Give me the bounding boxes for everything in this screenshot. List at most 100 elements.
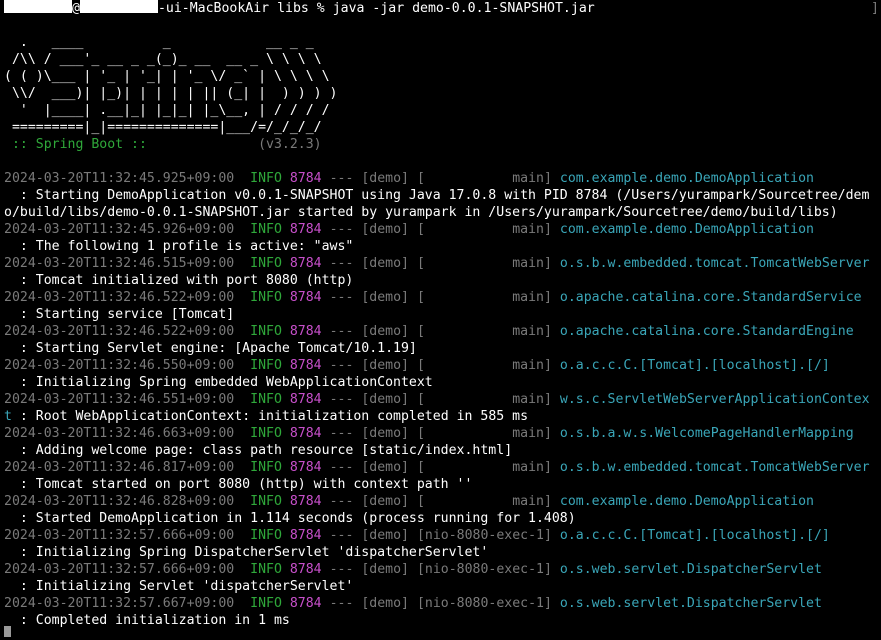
spring-boot-version-line: :: Spring Boot :: (v3.2.3) bbox=[4, 136, 881, 153]
log-level: INFO bbox=[250, 256, 282, 271]
log-logger: o.s.b.w.embedded.tomcat.TomcatWebServer bbox=[559, 256, 870, 271]
log-message: : Initializing Servlet 'dispatcherServle… bbox=[4, 579, 354, 594]
log-timestamp: 2024-03-20T11:32:46.551+09:00 bbox=[4, 392, 235, 407]
log-thread: [nio-8080-exec-1] bbox=[416, 596, 552, 611]
log-thread: [ main] bbox=[416, 171, 552, 186]
log-level: INFO bbox=[250, 358, 282, 373]
log-app-name: [demo] bbox=[361, 358, 409, 373]
log-entry-header: 2024-03-20T11:32:46.817+09:00 INFO 8784 … bbox=[4, 459, 881, 476]
log-thread: [nio-8080-exec-1] bbox=[416, 562, 552, 577]
log-message-line: : Started DemoApplication in 1.114 secon… bbox=[4, 510, 881, 527]
log-level: INFO bbox=[250, 392, 282, 407]
log-logger: o.a.c.c.C.[Tomcat].[localhost].[/] bbox=[559, 528, 830, 543]
prompt-at: @ bbox=[72, 1, 80, 16]
log-thread: [ main] bbox=[416, 392, 552, 407]
log-app-name: [demo] bbox=[361, 460, 409, 475]
log-message-line: : The following 1 profile is active: "aw… bbox=[4, 238, 881, 255]
log-app-name: [demo] bbox=[361, 596, 409, 611]
log-message: : Initializing Spring embedded WebApplic… bbox=[4, 375, 433, 390]
log-logger: o.apache.catalina.core.StandardService bbox=[559, 290, 862, 305]
log-separator: --- bbox=[329, 358, 354, 373]
banner-line: ( ( )\___ | '_ | '_| | '_ \/ _` | \ \ \ … bbox=[4, 69, 330, 84]
log-level: INFO bbox=[250, 596, 282, 611]
redacted-hostname bbox=[79, 0, 158, 13]
log-logger: com.example.demo.DemoApplication bbox=[559, 222, 814, 237]
log-logger: o.s.b.w.embedded.tomcat.TomcatWebServer bbox=[559, 460, 870, 475]
log-separator: --- bbox=[329, 426, 354, 441]
log-timestamp: 2024-03-20T11:32:46.550+09:00 bbox=[4, 358, 235, 373]
log-thread: [ main] bbox=[416, 324, 552, 339]
log-logger: o.s.web.servlet.DispatcherServlet bbox=[559, 562, 822, 577]
log-output: 2024-03-20T11:32:45.925+09:00 INFO 8784 … bbox=[4, 170, 881, 629]
prompt-command: java -jar demo-0.0.1-SNAPSHOT.jar bbox=[332, 1, 595, 16]
log-message: : Tomcat started on port 8080 (http) wit… bbox=[4, 477, 473, 492]
log-pid: 8784 bbox=[289, 256, 322, 271]
log-message: : Tomcat initialized with port 8080 (htt… bbox=[4, 273, 354, 288]
banner-line: \\/ ___)| |_)| | | | | || (_| | ) ) ) ) bbox=[4, 86, 338, 101]
spring-boot-label: :: Spring Boot :: bbox=[4, 137, 155, 152]
banner-line: /\\ / ___'_ __ _ _(_)_ __ __ _ \ \ \ \ bbox=[4, 52, 322, 67]
spring-boot-version: (v3.2.3) bbox=[258, 137, 322, 152]
log-message: : Starting Servlet engine: [Apache Tomca… bbox=[4, 341, 417, 356]
log-level: INFO bbox=[250, 171, 282, 186]
log-message: : Starting DemoApplication v0.0.1-SNAPSH… bbox=[4, 188, 870, 203]
log-entry-header: 2024-03-20T11:32:57.667+09:00 INFO 8784 … bbox=[4, 595, 881, 612]
log-message-line: t : Root WebApplicationContext: initiali… bbox=[4, 408, 881, 425]
log-level: INFO bbox=[250, 562, 282, 577]
log-logger-continuation: t bbox=[4, 409, 12, 424]
log-message-line: : Tomcat initialized with port 8080 (htt… bbox=[4, 272, 881, 289]
log-entry-header: 2024-03-20T11:32:46.551+09:00 INFO 8784 … bbox=[4, 391, 881, 408]
log-timestamp: 2024-03-20T11:32:46.522+09:00 bbox=[4, 290, 235, 305]
log-thread: [ main] bbox=[416, 290, 552, 305]
terminal-edge-bracket: ] bbox=[871, 1, 879, 16]
log-thread: [nio-8080-exec-1] bbox=[416, 528, 552, 543]
log-timestamp: 2024-03-20T11:32:46.828+09:00 bbox=[4, 494, 235, 509]
log-pid: 8784 bbox=[289, 528, 322, 543]
log-app-name: [demo] bbox=[361, 562, 409, 577]
log-message-continuation: o/build/libs/demo-0.0.1-SNAPSHOT.jar sta… bbox=[4, 205, 838, 220]
log-logger: com.example.demo.DemoApplication bbox=[559, 494, 814, 509]
terminal-output: @ -ui-MacBookAir libs % java -jar demo-0.… bbox=[4, 0, 881, 629]
terminal-window[interactable]: { "prompt": { "host_suffix": "-ui-MacBoo… bbox=[0, 0, 881, 640]
log-entry-header: 2024-03-20T11:32:46.828+09:00 INFO 8784 … bbox=[4, 493, 881, 510]
log-app-name: [demo] bbox=[361, 290, 409, 305]
log-pid: 8784 bbox=[289, 171, 322, 186]
log-pid: 8784 bbox=[289, 562, 322, 577]
log-timestamp: 2024-03-20T11:32:45.925+09:00 bbox=[4, 171, 235, 186]
log-logger: o.s.b.a.w.s.WelcomePageHandlerMapping bbox=[559, 426, 854, 441]
log-timestamp: 2024-03-20T11:32:46.663+09:00 bbox=[4, 426, 235, 441]
log-app-name: [demo] bbox=[361, 222, 409, 237]
log-message: : Root WebApplicationContext: initializa… bbox=[11, 409, 529, 424]
log-message-line: : Starting service [Tomcat] bbox=[4, 306, 881, 323]
log-pid: 8784 bbox=[289, 494, 322, 509]
prompt-symbol: % bbox=[316, 1, 325, 16]
log-entry-header: 2024-03-20T11:32:45.926+09:00 INFO 8784 … bbox=[4, 221, 881, 238]
prompt-line: @ -ui-MacBookAir libs % java -jar demo-0.… bbox=[4, 0, 881, 17]
log-logger: com.example.demo.DemoApplication bbox=[559, 171, 814, 186]
log-message: : Adding welcome page: class path resour… bbox=[4, 443, 513, 458]
log-message-line: : Initializing Spring embedded WebApplic… bbox=[4, 374, 881, 391]
log-app-name: [demo] bbox=[361, 528, 409, 543]
log-app-name: [demo] bbox=[361, 324, 409, 339]
log-thread: [ main] bbox=[416, 256, 552, 271]
log-pid: 8784 bbox=[289, 392, 322, 407]
log-entry-header: 2024-03-20T11:32:46.515+09:00 INFO 8784 … bbox=[4, 255, 881, 272]
log-level: INFO bbox=[250, 528, 282, 543]
log-entry-header: 2024-03-20T11:32:46.522+09:00 INFO 8784 … bbox=[4, 323, 881, 340]
log-thread: [ main] bbox=[416, 222, 552, 237]
banner-line: =========|_|==============|___/=/_/_/_/ bbox=[4, 120, 322, 135]
banner-line: . ____ _ __ _ _ bbox=[4, 35, 314, 50]
log-separator: --- bbox=[329, 528, 354, 543]
spring-ascii-banner: . ____ _ __ _ _ /\\ / ___'_ __ _ _(_)_ _… bbox=[4, 34, 881, 136]
log-app-name: [demo] bbox=[361, 256, 409, 271]
log-separator: --- bbox=[329, 324, 354, 339]
log-pid: 8784 bbox=[289, 290, 322, 305]
log-separator: --- bbox=[329, 256, 354, 271]
log-separator: --- bbox=[329, 290, 354, 305]
log-timestamp: 2024-03-20T11:32:46.515+09:00 bbox=[4, 256, 235, 271]
log-separator: --- bbox=[329, 392, 354, 407]
log-separator: --- bbox=[329, 171, 354, 186]
terminal-cursor bbox=[4, 626, 11, 637]
log-message: : Initializing Spring DispatcherServlet … bbox=[4, 545, 489, 560]
